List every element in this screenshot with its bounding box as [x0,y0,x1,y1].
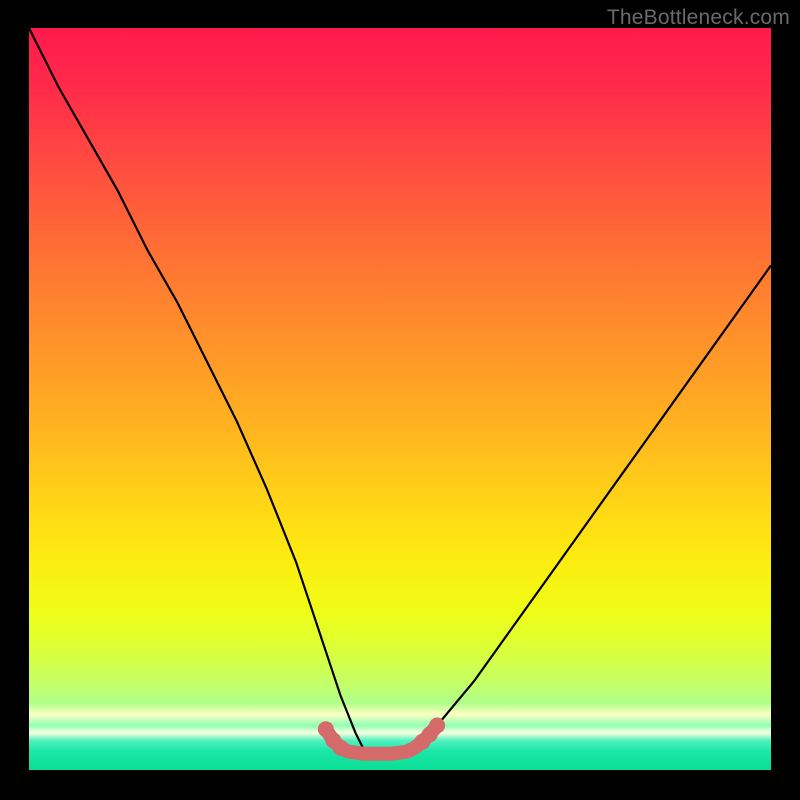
bottleneck-curve [29,28,771,755]
marker-dot [333,740,349,756]
app-frame: TheBottleneck.com [0,0,800,800]
curve-line [29,28,771,755]
optimal-markers [318,718,445,756]
chart-svg [29,28,771,770]
watermark-text: TheBottleneck.com [607,6,790,30]
plot-area [29,28,771,770]
marker-dot [429,718,445,734]
